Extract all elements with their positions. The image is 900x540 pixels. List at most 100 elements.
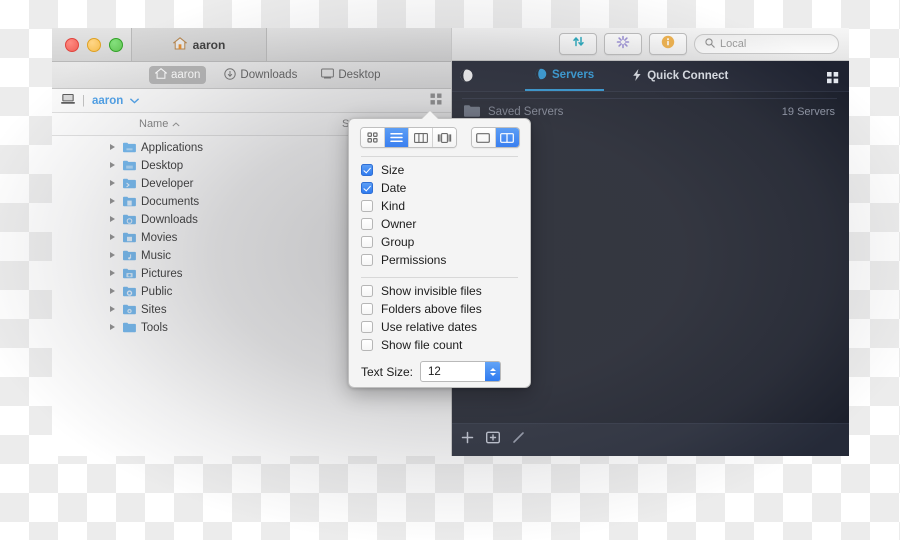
- folder-icon: [123, 268, 136, 282]
- checkbox[interactable]: [361, 182, 373, 194]
- folder-icon: [123, 304, 136, 318]
- search-placeholder: Local: [720, 38, 747, 50]
- home-icon: [172, 36, 188, 53]
- file-name: Sites: [141, 304, 167, 316]
- favorite-aaron[interactable]: aaron: [149, 66, 207, 84]
- text-size-setting: Text Size: 12: [349, 354, 530, 382]
- option-folders-above-files[interactable]: Folders above files: [349, 300, 530, 318]
- column-option-group[interactable]: Group: [349, 233, 530, 251]
- search-field[interactable]: Local: [694, 34, 839, 54]
- disclosure-triangle-icon[interactable]: [110, 198, 115, 204]
- checkbox[interactable]: [361, 321, 373, 333]
- column-view-button[interactable]: [409, 128, 433, 147]
- path-bar: | aaron: [52, 89, 451, 113]
- activity-button[interactable]: [604, 33, 642, 55]
- tab-servers-label: Servers: [552, 69, 595, 81]
- column-option-owner[interactable]: Owner: [349, 215, 530, 233]
- folder-icon: [123, 286, 136, 300]
- add-folder-icon[interactable]: [485, 431, 501, 449]
- view-mode-segmented-control: [360, 127, 457, 148]
- stepper-up-icon[interactable]: [489, 367, 496, 371]
- checkbox[interactable]: [361, 236, 373, 248]
- column-header-name[interactable]: Name: [139, 118, 180, 130]
- column-option-permissions[interactable]: Permissions: [349, 251, 530, 269]
- checkbox[interactable]: [361, 164, 373, 176]
- disclosure-triangle-icon[interactable]: [110, 288, 115, 294]
- sort-ascending-icon: [172, 118, 180, 130]
- file-name: Music: [141, 250, 172, 262]
- disclosure-triangle-icon[interactable]: [110, 252, 115, 258]
- list-view-button[interactable]: [385, 128, 409, 147]
- file-name: Tools: [141, 322, 168, 334]
- checkbox[interactable]: [361, 254, 373, 266]
- option-show-file-count[interactable]: Show file count: [349, 336, 530, 354]
- pencil-icon[interactable]: [512, 431, 525, 449]
- disclosure-triangle-icon[interactable]: [110, 162, 115, 168]
- minimize-button[interactable]: [87, 37, 101, 52]
- disclosure-triangle-icon[interactable]: [110, 306, 115, 312]
- option-use-relative-dates-label: Use relative dates: [381, 320, 478, 334]
- folder-icon: [123, 160, 136, 174]
- folder-icon: [123, 232, 136, 246]
- zoom-button[interactable]: [109, 37, 123, 52]
- stepper-buttons[interactable]: [485, 362, 501, 381]
- gallery-view-button[interactable]: [433, 128, 456, 147]
- text-size-stepper[interactable]: 12: [420, 361, 502, 382]
- file-name: Documents: [141, 196, 200, 208]
- tab-servers[interactable]: Servers: [525, 61, 605, 91]
- layout-mode-segmented-control: [470, 127, 520, 148]
- dual-pane-view-button[interactable]: [495, 128, 519, 147]
- favorite-desktop[interactable]: Desktop: [315, 66, 386, 84]
- option-show-invisible-files[interactable]: Show invisible files: [349, 282, 530, 300]
- favorites-bar: aaron Downloads Desktop: [52, 62, 451, 89]
- grid-view-icon[interactable]: [430, 93, 442, 108]
- icon-view-button[interactable]: [361, 128, 385, 147]
- checkbox[interactable]: [361, 339, 373, 351]
- file-name: Applications: [141, 142, 204, 154]
- close-button[interactable]: [65, 37, 79, 52]
- saved-servers-label: Saved Servers: [488, 106, 564, 118]
- text-size-value[interactable]: 12: [421, 362, 485, 381]
- column-option-size-label: Size: [381, 163, 405, 177]
- favorite-downloads[interactable]: Downloads: [218, 66, 303, 85]
- disclosure-triangle-icon[interactable]: [110, 324, 115, 330]
- column-option-date[interactable]: Date: [349, 179, 530, 197]
- single-pane-view-button[interactable]: [471, 128, 496, 147]
- info-button[interactable]: [649, 33, 687, 55]
- text-size-label: Text Size:: [361, 364, 414, 379]
- column-option-date-label: Date: [381, 181, 407, 195]
- checkbox[interactable]: [361, 218, 373, 230]
- disclosure-triangle-icon[interactable]: [110, 216, 115, 222]
- plus-icon[interactable]: [461, 431, 474, 449]
- tab-quick-connect[interactable]: Quick Connect: [622, 61, 738, 91]
- disclosure-triangle-icon[interactable]: [110, 234, 115, 240]
- disclosure-triangle-icon[interactable]: [110, 144, 115, 150]
- favorite-downloads-label: Downloads: [240, 69, 298, 81]
- path-current-folder[interactable]: aaron: [92, 95, 123, 107]
- screen-root: Local Servers Quick Connect Saved Server…: [0, 0, 900, 540]
- checkbox[interactable]: [361, 303, 373, 315]
- column-header-name-label: Name: [139, 118, 169, 130]
- globe-icon[interactable]: [459, 68, 474, 88]
- option-folders-above-files-label: Folders above files: [381, 302, 482, 316]
- window-tab-aaron[interactable]: aaron: [131, 28, 267, 61]
- checkbox[interactable]: [361, 200, 373, 212]
- downloads-icon: [224, 67, 237, 83]
- disclosure-triangle-icon[interactable]: [110, 270, 115, 276]
- favorite-desktop-label: Desktop: [338, 69, 381, 81]
- column-option-kind[interactable]: Kind: [349, 197, 530, 215]
- favorite-aaron-label: aaron: [171, 69, 201, 81]
- folder-icon: [123, 178, 136, 192]
- disclosure-triangle-icon[interactable]: [110, 180, 115, 186]
- drive-icon[interactable]: [61, 93, 75, 108]
- checkbox[interactable]: [361, 285, 373, 297]
- window-controls: [52, 28, 131, 61]
- chevron-down-icon[interactable]: [130, 95, 140, 107]
- transfers-button[interactable]: [559, 33, 597, 55]
- column-option-size[interactable]: Size: [349, 161, 530, 179]
- grid-icon[interactable]: [827, 71, 839, 89]
- stepper-down-icon[interactable]: [489, 372, 496, 376]
- dark-window-tabbar: Servers Quick Connect: [450, 61, 849, 92]
- file-name: Pictures: [141, 268, 183, 280]
- option-use-relative-dates[interactable]: Use relative dates: [349, 318, 530, 336]
